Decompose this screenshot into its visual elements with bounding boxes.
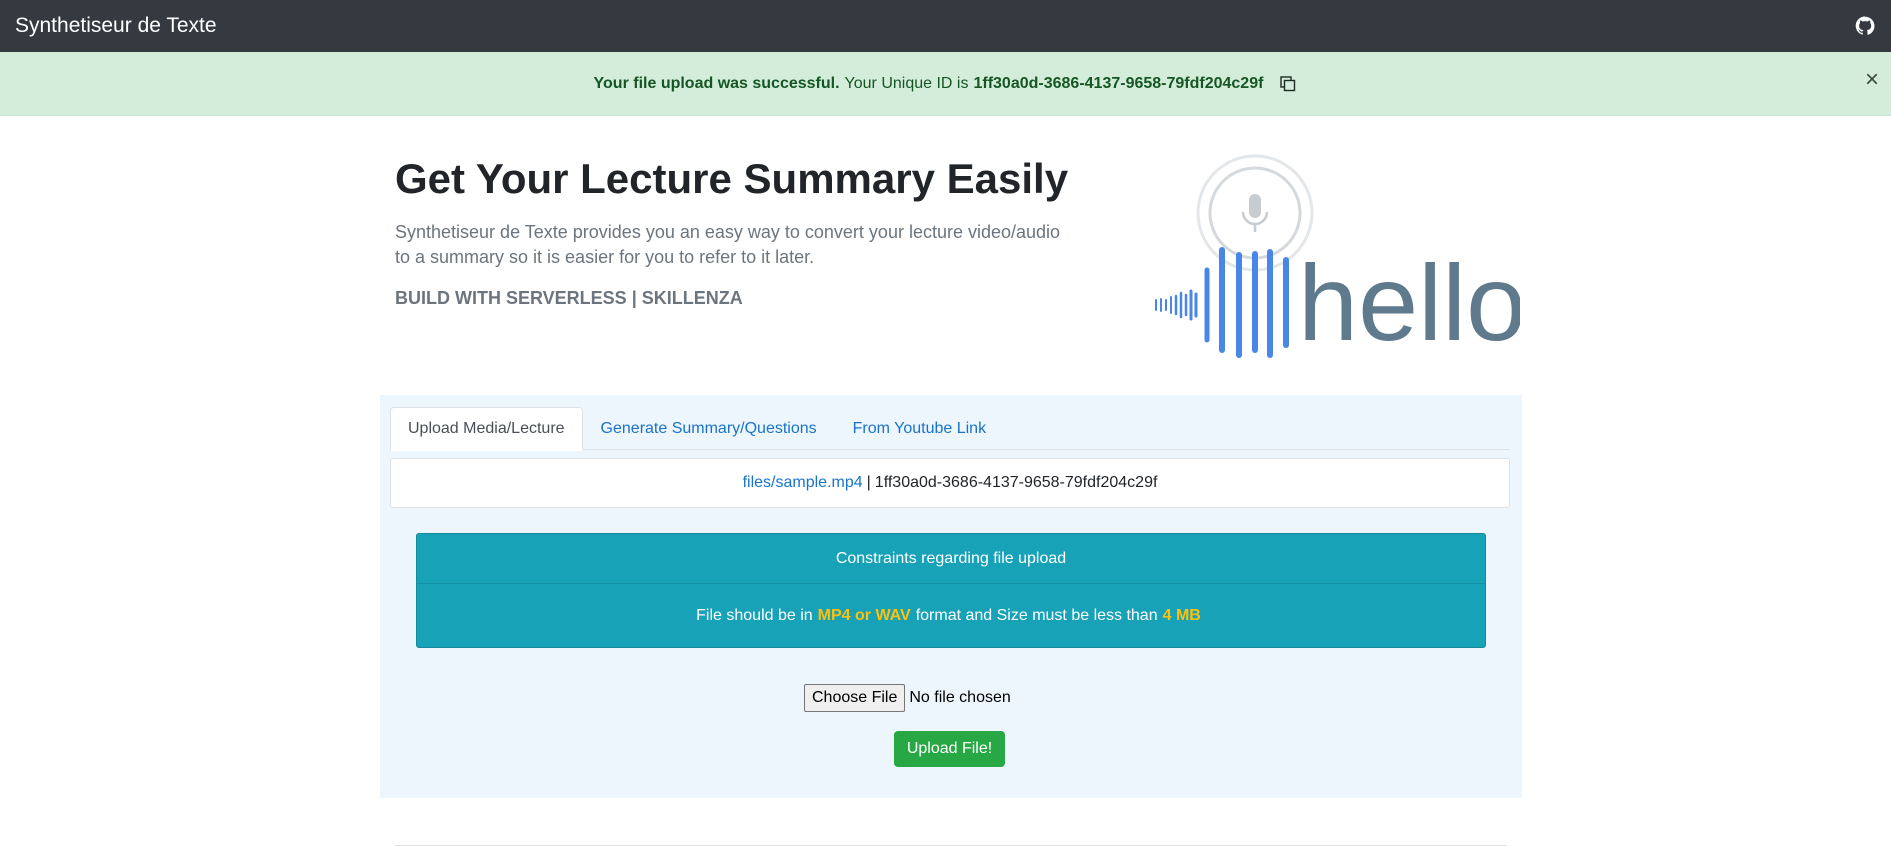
alert-unique-id: 1ff30a0d-3686-4137-9658-79fdf204c29f <box>973 74 1264 92</box>
file-info-separator: | <box>866 474 871 491</box>
constraints-size-limit: 4 MB <box>1162 607 1201 624</box>
hello-voice-illustration: hello <box>1150 150 1526 365</box>
file-input: Choose File No file chosen <box>804 684 1011 712</box>
footer-divider <box>395 845 1507 846</box>
github-icon[interactable] <box>1854 15 1876 37</box>
alert-text: Your Unique ID is <box>844 74 969 92</box>
navbar-brand[interactable]: Synthetiseur de Texte <box>15 14 217 38</box>
hero-credit: BUILD WITH SERVERLESS | SKILLENZA <box>395 288 743 308</box>
tab-youtube-link[interactable]: From Youtube Link <box>835 407 1004 450</box>
alert-strong-text: Your file upload was successful. <box>593 74 840 92</box>
constraints-header: Constraints regarding file upload <box>417 534 1485 584</box>
constraints-prefix: File should be in <box>696 607 813 624</box>
file-input-status: No file chosen <box>909 689 1011 706</box>
hero-description: Synthetiseur de Texte provides you an ea… <box>395 222 1061 267</box>
success-alert: Your file upload was successful. Your Un… <box>0 52 1891 116</box>
choose-file-button[interactable]: Choose File <box>804 684 906 712</box>
uploaded-file-info: files/sample.mp4 | 1ff30a0d-3686-4137-96… <box>390 458 1510 508</box>
upload-panel: Upload Media/Lecture Generate Summary/Qu… <box>380 395 1522 798</box>
tab-generate-summary[interactable]: Generate Summary/Questions <box>583 407 835 450</box>
page-title: Get Your Lecture Summary Easily <box>395 155 1069 202</box>
constraints-middle: format and Size must be less than <box>915 607 1158 624</box>
hello-word: hello <box>1298 242 1520 363</box>
copy-icon[interactable] <box>1279 75 1297 93</box>
uploaded-file-id: 1ff30a0d-3686-4137-9658-79fdf204c29f <box>874 474 1158 491</box>
tab-upload-media[interactable]: Upload Media/Lecture <box>390 407 583 451</box>
tab-bar: Upload Media/Lecture Generate Summary/Qu… <box>390 407 1510 451</box>
navbar: Synthetiseur de Texte <box>0 0 1891 52</box>
constraints-body: File should be in MP4 or WAV format and … <box>417 584 1485 648</box>
upload-file-button[interactable]: Upload File! <box>894 731 1005 767</box>
constraints-card: Constraints regarding file upload File s… <box>416 533 1486 648</box>
alert-close-button[interactable]: × <box>1865 68 1879 92</box>
constraints-formats: MP4 or WAV <box>817 607 911 624</box>
uploaded-file-link[interactable]: files/sample.mp4 <box>743 474 863 492</box>
